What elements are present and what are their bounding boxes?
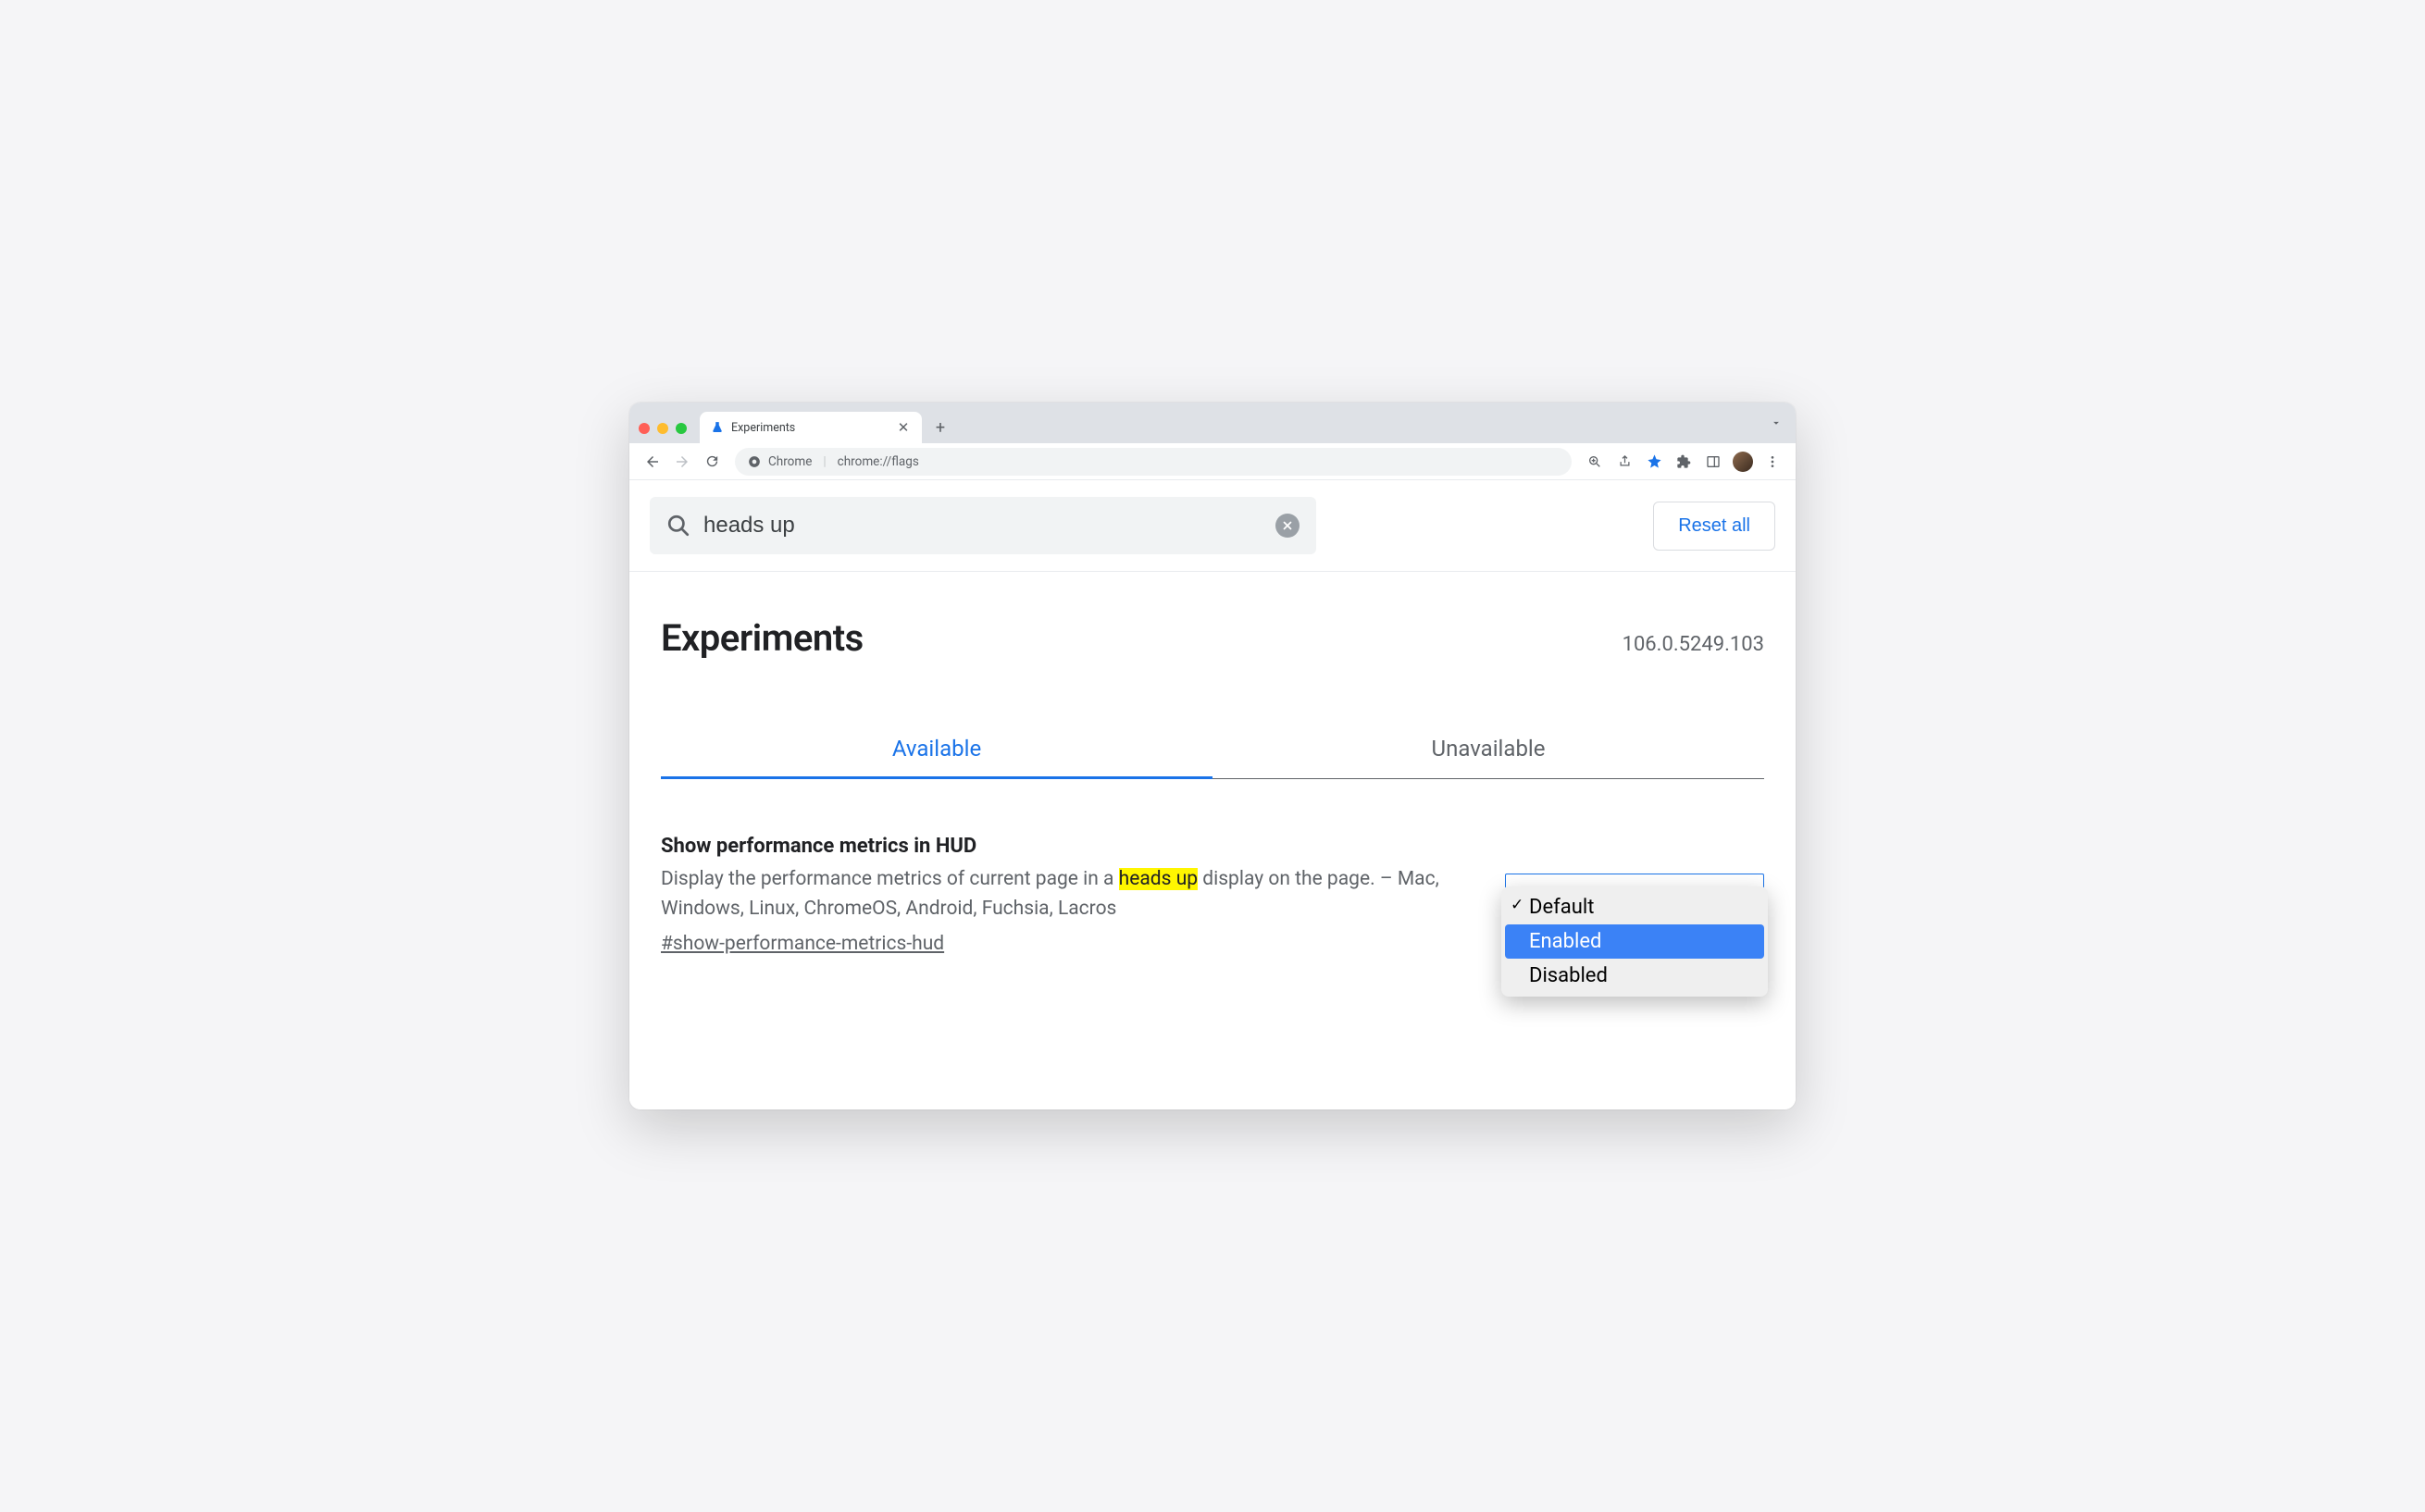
version-label: 106.0.5249.103 (1623, 633, 1764, 656)
new-tab-button[interactable]: + (927, 415, 953, 440)
zoom-icon[interactable] (1581, 448, 1609, 476)
browser-tab[interactable]: Experiments ✕ (700, 412, 922, 443)
dropdown-option-enabled[interactable]: Enabled (1505, 924, 1764, 959)
flask-icon (711, 421, 724, 434)
close-tab-button[interactable]: ✕ (896, 420, 911, 435)
address-bar[interactable]: Chrome | chrome://flags (735, 448, 1572, 476)
tab-strip: Experiments ✕ + (629, 403, 1796, 443)
toolbar: Chrome | chrome://flags (629, 443, 1796, 480)
tab-available[interactable]: Available (661, 721, 1212, 779)
tab-title: Experiments (731, 421, 889, 435)
tabs-dropdown-button[interactable] (1770, 415, 1783, 433)
flag-dropdown[interactable]: DefaultEnabledDisabled (1505, 874, 1764, 955)
toolbar-actions (1581, 448, 1786, 476)
profile-avatar[interactable] (1733, 452, 1753, 472)
omnibox-divider: | (823, 454, 826, 469)
page-title: Experiments (661, 616, 864, 660)
traffic-lights (639, 423, 687, 434)
chrome-icon (748, 455, 761, 468)
share-icon[interactable] (1610, 448, 1638, 476)
forward-button[interactable] (668, 448, 696, 476)
minimize-window-button[interactable] (657, 423, 668, 434)
tab-unavailable[interactable]: Unavailable (1212, 721, 1764, 779)
fullscreen-window-button[interactable] (676, 423, 687, 434)
bookmark-star-icon[interactable] (1640, 448, 1668, 476)
search-icon (666, 514, 690, 538)
browser-window: Experiments ✕ + Chrome | chrome://flags (629, 403, 1796, 1109)
dropdown-option-disabled[interactable]: Disabled (1505, 959, 1764, 993)
dropdown-option-default[interactable]: Default (1505, 890, 1764, 924)
search-box (650, 497, 1316, 554)
flag-text: Show performance metrics in HUD Display … (661, 835, 1468, 955)
menu-button[interactable] (1759, 448, 1786, 476)
flags-tabs: Available Unavailable (661, 721, 1764, 779)
back-button[interactable] (639, 448, 666, 476)
search-highlight: heads up (1119, 868, 1198, 890)
page-content: Reset all Experiments 106.0.5249.103 Ava… (629, 480, 1796, 1109)
search-row: Reset all (629, 480, 1796, 572)
content-wrap: Experiments 106.0.5249.103 Available Una… (629, 572, 1796, 983)
reset-all-button[interactable]: Reset all (1653, 502, 1775, 551)
flag-permalink[interactable]: #show-performance-metrics-hud (661, 933, 944, 955)
flag-title: Show performance metrics in HUD (661, 835, 1468, 858)
extensions-icon[interactable] (1670, 448, 1698, 476)
flag-desc-before: Display the performance metrics of curre… (661, 868, 1119, 890)
security-chip: Chrome (768, 454, 812, 469)
flag-description: Display the performance metrics of curre… (661, 865, 1468, 923)
side-panel-icon[interactable] (1699, 448, 1727, 476)
dropdown-menu: DefaultEnabledDisabled (1501, 886, 1768, 997)
url-text: chrome://flags (838, 454, 919, 469)
clear-search-button[interactable] (1275, 514, 1300, 538)
reload-button[interactable] (698, 448, 726, 476)
close-window-button[interactable] (639, 423, 650, 434)
page-header: Experiments 106.0.5249.103 (661, 572, 1764, 669)
flag-entry: Show performance metrics in HUD Display … (661, 779, 1764, 983)
search-input[interactable] (703, 513, 1262, 539)
